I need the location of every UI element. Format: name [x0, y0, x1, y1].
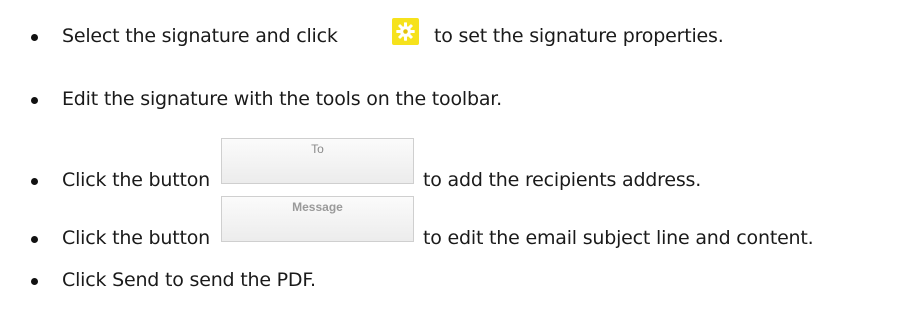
- step-text-after: to edit the email subject line and conte…: [423, 227, 814, 249]
- list-item-edit-message: Click the button Message to edit the ema…: [0, 196, 909, 256]
- list-item-add-recipients: Click the button To to add the recipient…: [0, 138, 909, 198]
- bullet-point: [31, 236, 38, 243]
- step-text-before: Click the button: [62, 227, 211, 249]
- step-text: Click Send to send the PDF.: [62, 269, 316, 291]
- gear-glyph: [396, 22, 415, 41]
- list-item-set-properties: Select the signature and click to set th…: [0, 18, 909, 58]
- list-item-send-pdf: Click Send to send the PDF.: [0, 262, 909, 302]
- step-text-after: to set the signature properties.: [434, 25, 724, 47]
- message-button[interactable]: Message: [221, 196, 414, 242]
- list-item-edit-signature: Edit the signature with the tools on the…: [0, 81, 909, 121]
- bullet-point: [31, 178, 38, 185]
- bullet-point: [31, 34, 38, 41]
- step-text: Edit the signature with the tools on the…: [62, 88, 502, 110]
- step-text-after: to add the recipients address.: [423, 169, 702, 191]
- step-text-before: Select the signature and click: [62, 25, 338, 47]
- instruction-list: Select the signature and click to set th…: [0, 0, 909, 316]
- to-button[interactable]: To: [221, 138, 414, 184]
- bullet-point: [31, 278, 38, 285]
- step-text-before: Click the button: [62, 169, 211, 191]
- gear-icon[interactable]: [392, 18, 419, 45]
- bullet-point: [31, 97, 38, 104]
